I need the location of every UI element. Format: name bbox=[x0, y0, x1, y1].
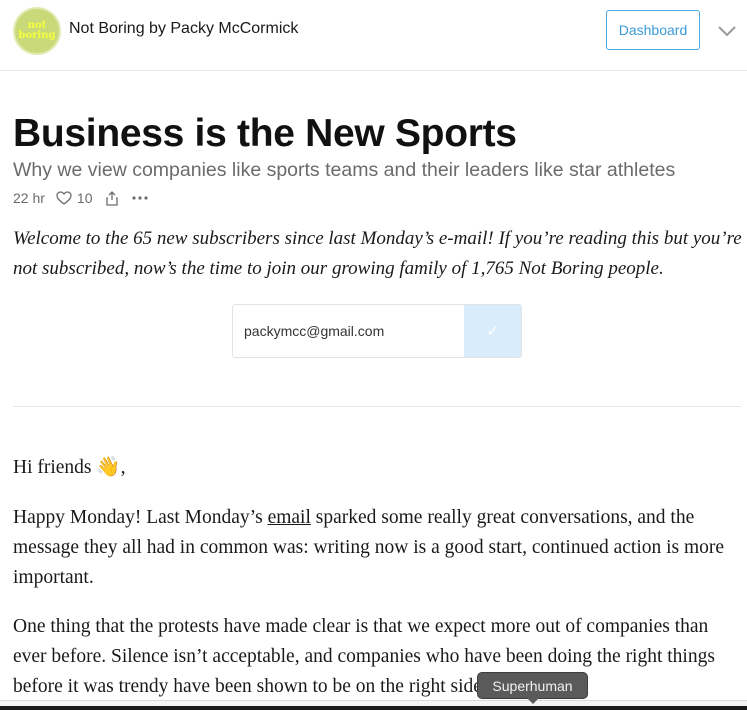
email-field[interactable] bbox=[233, 305, 465, 357]
check-icon: ✓ bbox=[486, 323, 499, 340]
body-paragraph-2: One thing that the protests have made cl… bbox=[13, 616, 715, 697]
email-link[interactable]: email bbox=[268, 507, 311, 528]
paragraph-text: Happy Monday! Last Monday’s bbox=[13, 507, 268, 528]
like-count: 10 bbox=[76, 190, 93, 206]
subscribe-submit-button[interactable]: ✓ bbox=[464, 305, 521, 357]
more-options-button[interactable] bbox=[131, 196, 148, 200]
post-title: Business is the New Sports bbox=[13, 112, 517, 155]
share-icon bbox=[105, 190, 118, 206]
post-time: 22 hr bbox=[13, 190, 45, 206]
like-button[interactable]: 10 bbox=[56, 190, 93, 206]
post-meta: 22 hr 10 bbox=[13, 188, 148, 208]
divider bbox=[13, 406, 741, 407]
tooltip-arrow bbox=[527, 698, 539, 704]
dashboard-button[interactable]: Dashboard bbox=[606, 10, 700, 50]
heart-icon bbox=[56, 191, 72, 205]
dock-edge bbox=[0, 706, 747, 710]
publication-name[interactable]: Not Boring by Packy McCormick bbox=[69, 20, 298, 38]
publication-logo[interactable]: not boring bbox=[13, 7, 61, 55]
chevron-down-icon[interactable] bbox=[716, 20, 738, 42]
greeting-paragraph: Hi friends 👋, bbox=[13, 457, 126, 478]
subscriber-intro: Welcome to the 65 new subscribers since … bbox=[13, 228, 742, 279]
more-dots-icon bbox=[131, 196, 148, 200]
post-subtitle: Why we view companies like sports teams … bbox=[13, 159, 676, 181]
app-tooltip: Superhuman bbox=[477, 672, 588, 699]
share-button[interactable] bbox=[105, 190, 119, 206]
subscribe-form: ✓ bbox=[232, 304, 522, 358]
logo-text-line-2: boring bbox=[18, 30, 56, 41]
body-paragraph-1: Happy Monday! Last Monday’s email sparke… bbox=[13, 503, 741, 593]
top-bar: not boring Not Boring by Packy McCormick… bbox=[0, 0, 747, 71]
